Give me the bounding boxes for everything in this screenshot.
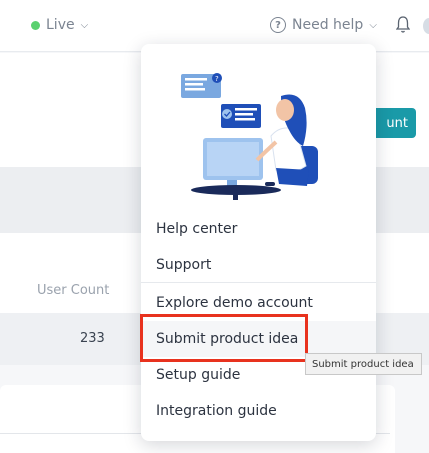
help-dropdown-menu: ? Help center Support Explore demo accou… — [141, 44, 376, 441]
environment-label: Live — [46, 17, 75, 33]
chevron-down-icon: ⌵ — [369, 19, 377, 31]
tooltip: Submit product idea — [305, 353, 422, 375]
menu-item-help-center[interactable]: Help center — [141, 211, 376, 247]
menu-item-integration-guide[interactable]: Integration guide — [141, 393, 376, 429]
highlight-box — [140, 314, 308, 362]
need-help-label: Need help — [292, 17, 364, 33]
avatar[interactable] — [423, 18, 429, 34]
live-status-dot — [31, 20, 40, 30]
menu-item-support[interactable]: Support — [141, 247, 376, 283]
user-count-cell: 233 — [80, 331, 105, 346]
user-count-column-header: User Count — [37, 283, 110, 298]
help-illustration: ? — [181, 73, 318, 200]
bell-icon[interactable] — [395, 16, 411, 38]
primary-action-button[interactable]: unt — [370, 108, 416, 138]
chevron-down-icon: ⌵ — [80, 19, 89, 31]
need-help-button[interactable]: ? Need help ⌵ — [270, 17, 377, 33]
menu-divider — [141, 282, 376, 283]
svg-text:?: ? — [215, 75, 219, 83]
environment-selector[interactable]: Live ⌵ — [31, 17, 88, 33]
question-circle-icon: ? — [270, 17, 286, 33]
